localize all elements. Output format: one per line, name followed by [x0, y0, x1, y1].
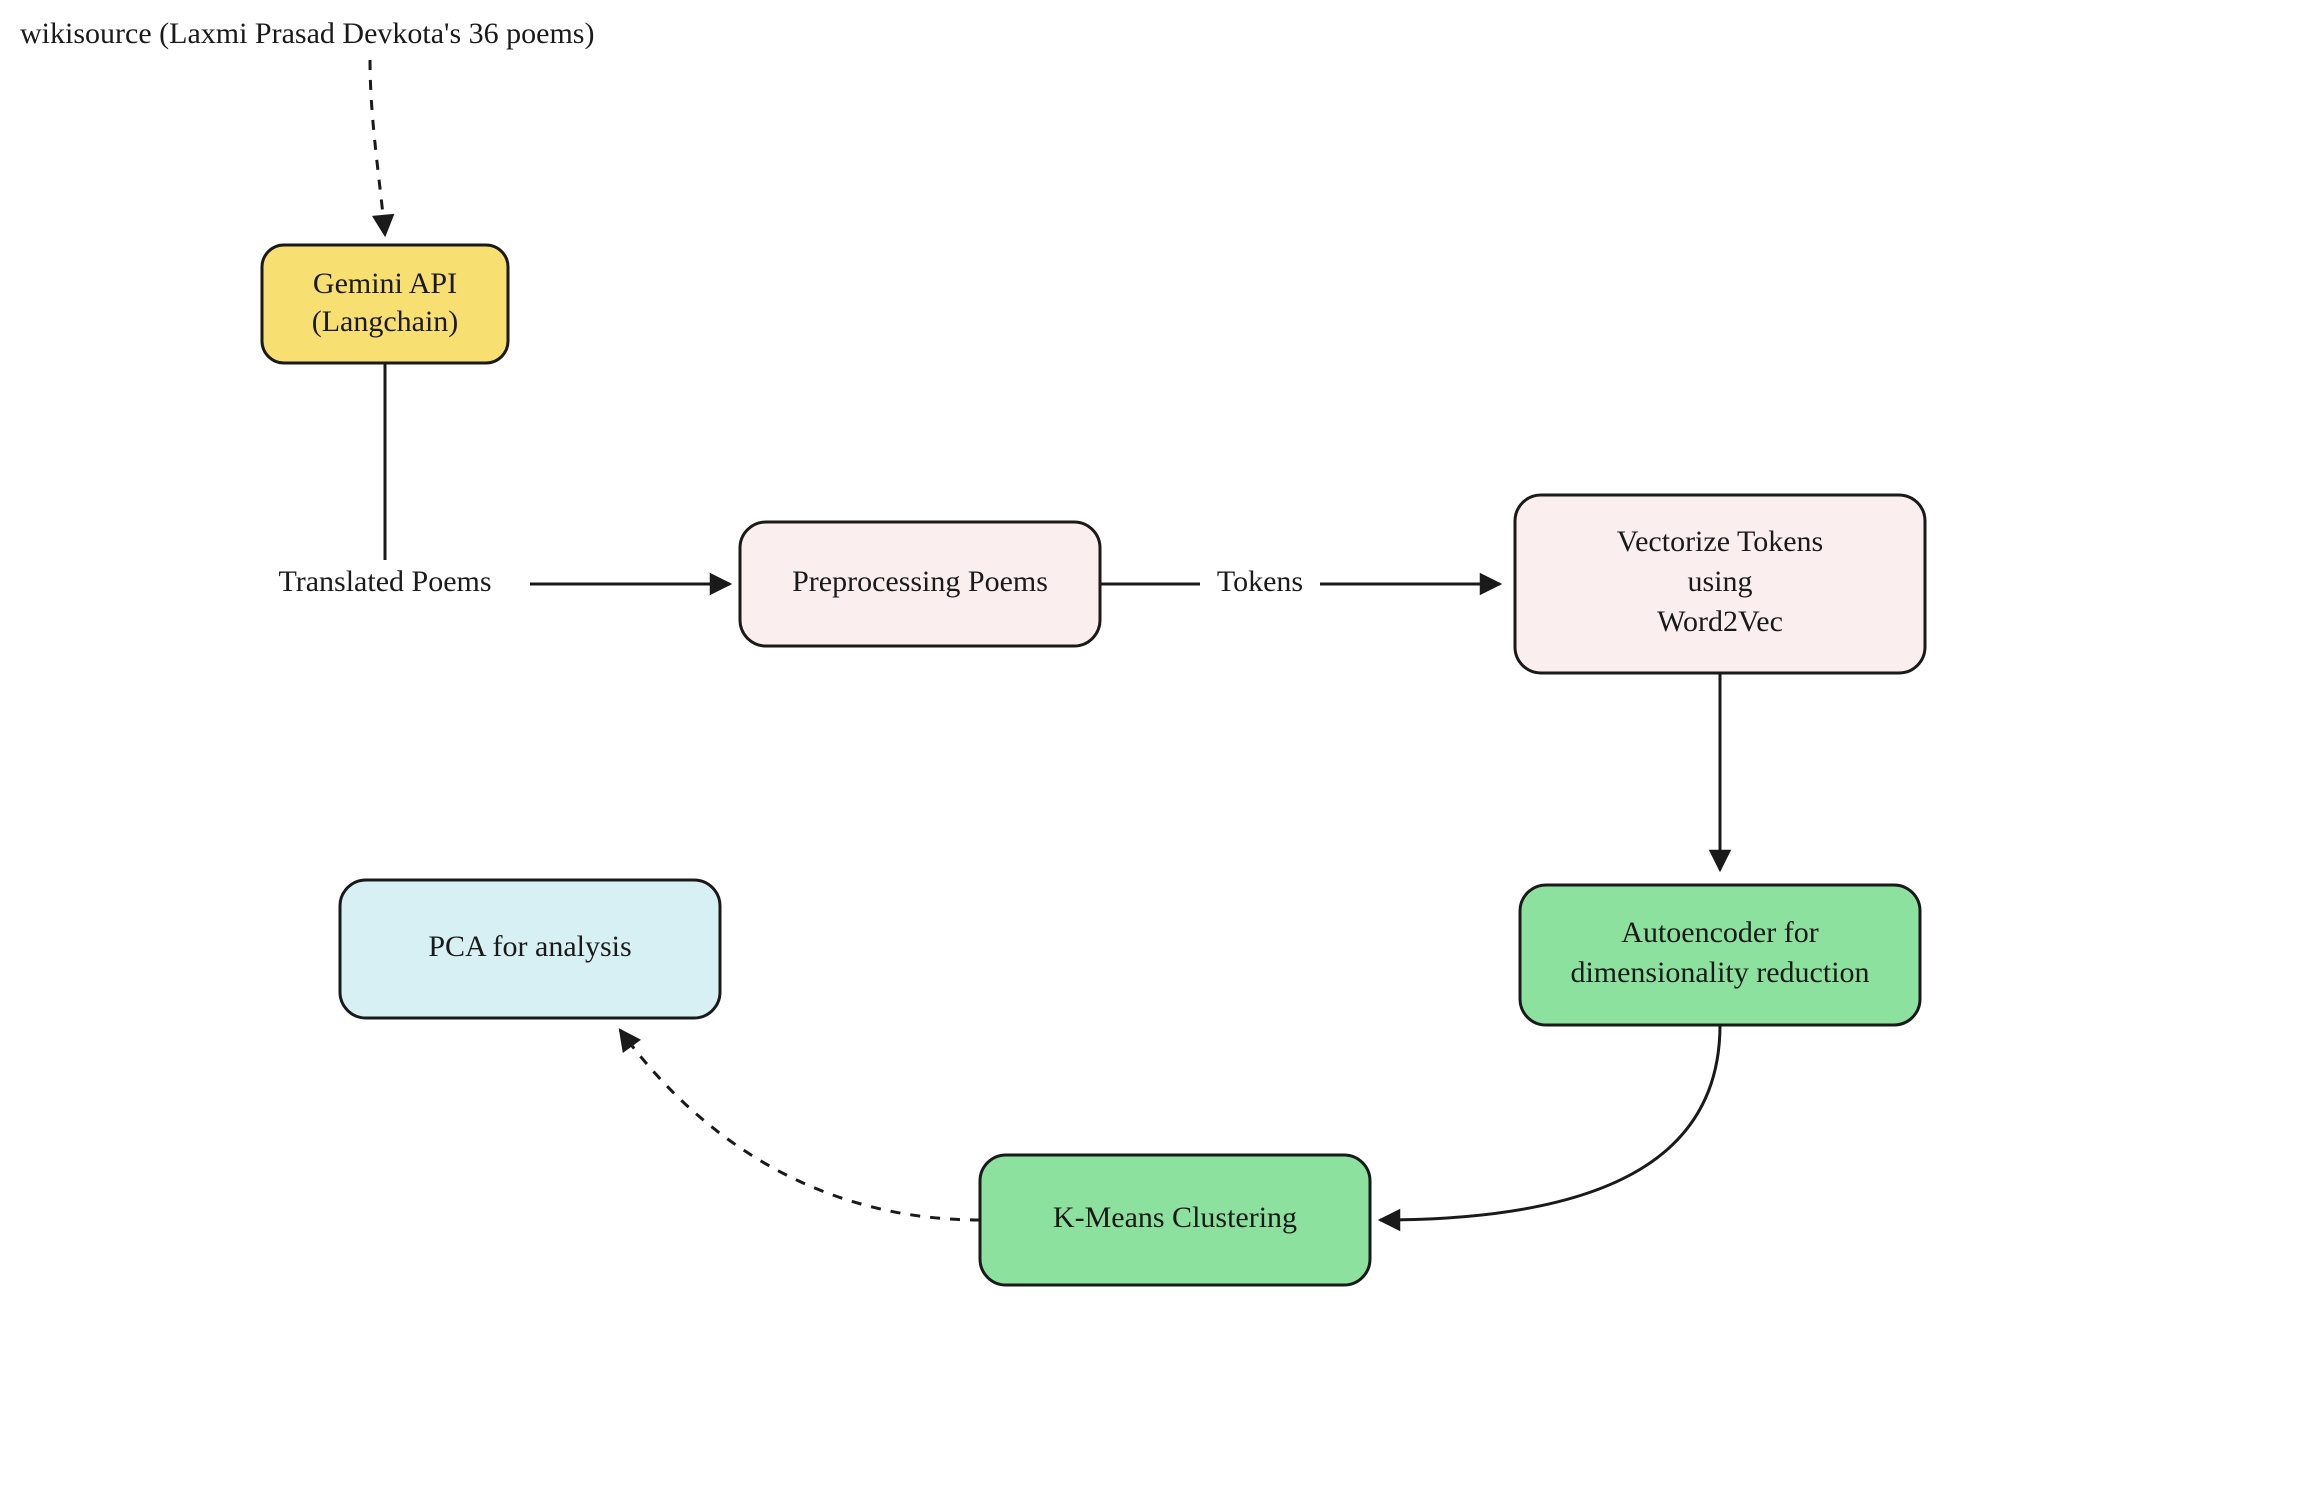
pipeline-diagram: wikisource (Laxmi Prasad Devkota's 36 po…	[0, 0, 2300, 1486]
node-kmeans-label: K-Means Clustering	[1053, 1201, 1297, 1234]
node-vectorize: Vectorize Tokens using Word2Vec	[1515, 495, 1925, 673]
node-gemini-line2: (Langchain)	[312, 305, 459, 338]
node-vectorize-line3: Word2Vec	[1657, 605, 1783, 638]
node-autoencoder-line1: Autoencoder for	[1621, 916, 1818, 949]
edge-tokens-label: Tokens	[1217, 565, 1303, 598]
node-kmeans: K-Means Clustering	[980, 1155, 1370, 1285]
edge-translated-label: Translated Poems	[278, 565, 491, 598]
node-gemini: Gemini API (Langchain)	[262, 245, 508, 363]
node-pca: PCA for analysis	[340, 880, 720, 1018]
node-pca-label: PCA for analysis	[428, 930, 631, 963]
node-preprocessing: Preprocessing Poems	[740, 522, 1100, 646]
edge-autoencoder-to-kmeans	[1380, 1025, 1720, 1220]
node-vectorize-line1: Vectorize Tokens	[1617, 525, 1823, 558]
node-autoencoder: Autoencoder for dimensionality reduction	[1520, 885, 1920, 1025]
node-gemini-line1: Gemini API	[313, 267, 457, 300]
node-vectorize-line2: using	[1687, 565, 1752, 598]
node-autoencoder-line2: dimensionality reduction	[1570, 956, 1869, 989]
node-preprocessing-label: Preprocessing Poems	[792, 565, 1048, 598]
edge-source-to-gemini	[370, 60, 385, 235]
edge-kmeans-to-pca	[620, 1030, 980, 1220]
source-label: wikisource (Laxmi Prasad Devkota's 36 po…	[20, 17, 594, 50]
